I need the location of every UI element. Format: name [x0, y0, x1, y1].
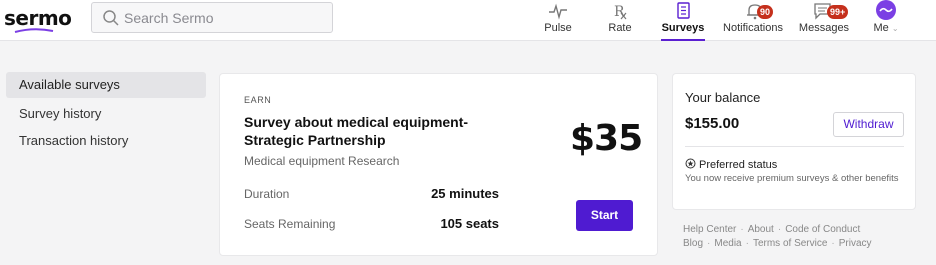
footer-separator: · [707, 238, 711, 249]
avatar [876, 0, 896, 20]
footer-link-about[interactable]: About [748, 224, 774, 235]
footer-link-privacy[interactable]: Privacy [839, 238, 872, 249]
footer-link-blog[interactable]: Blog [683, 238, 703, 249]
top-navigation-bar: sermo Search Sermo Pulse R Rate Surveys … [0, 0, 936, 41]
nav-pulse-label: Pulse [544, 22, 572, 34]
survey-price: $35 [570, 118, 643, 159]
duration-value: 25 minutes [431, 186, 499, 201]
survey-category: Medical equipment Research [244, 154, 400, 168]
avatar-wave-icon [879, 7, 893, 13]
surveys-icon [677, 2, 690, 19]
survey-card: EARN Survey about medical equipment- Str… [219, 73, 658, 256]
search-box[interactable]: Search Sermo [91, 2, 333, 33]
footer-link-code-of-conduct[interactable]: Code of Conduct [785, 224, 860, 235]
seats-label: Seats Remaining [244, 217, 336, 231]
start-button[interactable]: Start [576, 200, 633, 231]
search-input[interactable]: Search Sermo [124, 10, 213, 26]
footer-link-media[interactable]: Media [714, 238, 741, 249]
nav-pulse[interactable]: Pulse [538, 0, 578, 41]
footer-links-row-1: Help Center · About · Code of Conduct [683, 224, 860, 235]
nav-messages[interactable]: 99+ Messages [798, 0, 850, 41]
nav-notifications-label: Notifications [723, 22, 783, 34]
balance-amount: $155.00 [685, 115, 740, 132]
seats-value: 105 seats [440, 216, 499, 231]
nav-rate[interactable]: R Rate [602, 0, 638, 41]
footer-link-help-center[interactable]: Help Center [683, 224, 736, 235]
earn-tag: EARN [244, 95, 272, 105]
balance-card: Your balance $155.00 Withdraw Preferred … [672, 73, 916, 210]
nav-me[interactable]: Me ⌄ [868, 0, 904, 41]
withdraw-button[interactable]: Withdraw [833, 112, 904, 137]
sidebar-item-survey-history[interactable]: Survey history [6, 101, 206, 127]
search-icon [103, 10, 119, 26]
nav-messages-label: Messages [798, 22, 850, 34]
nav-surveys-label: Surveys [661, 22, 705, 34]
preferred-status-description: You now receive premium surveys & other … [685, 173, 899, 184]
pulse-icon [549, 3, 567, 20]
nav-me-label: Me ⌄ [873, 22, 899, 34]
duration-label: Duration [244, 187, 290, 201]
footer-links-row-2: Blog · Media · Terms of Service · Privacy [683, 238, 872, 249]
nav-rate-label: Rate [608, 22, 632, 34]
preferred-status-title: Preferred status [699, 159, 778, 171]
chevron-down-icon: ⌄ [891, 24, 899, 33]
footer-link-terms-of-service[interactable]: Terms of Service [753, 238, 827, 249]
sidebar-item-available-surveys[interactable]: Available surveys [6, 72, 206, 98]
footer-separator: · [740, 224, 744, 235]
svg-text:R: R [614, 4, 625, 20]
footer-separator: · [745, 238, 749, 249]
nav-notifications[interactable]: 90 Notifications [720, 0, 786, 41]
preferred-badge-icon [685, 158, 696, 169]
footer-separator: · [831, 238, 835, 249]
balance-title: Your balance [685, 90, 761, 105]
sermo-logo[interactable]: sermo [4, 6, 72, 30]
divider [685, 146, 904, 147]
survey-title: Survey about medical equipment- Strategi… [244, 114, 469, 148]
notifications-badge: 90 [757, 5, 774, 19]
rx-icon: R [614, 4, 627, 20]
messages-badge: 99+ [827, 5, 849, 19]
active-tab-indicator [661, 39, 705, 41]
sidebar-item-transaction-history[interactable]: Transaction history [6, 128, 206, 154]
nav-surveys[interactable]: Surveys [661, 0, 705, 41]
footer-separator: · [777, 224, 782, 235]
logo-swoosh-icon [14, 28, 54, 33]
